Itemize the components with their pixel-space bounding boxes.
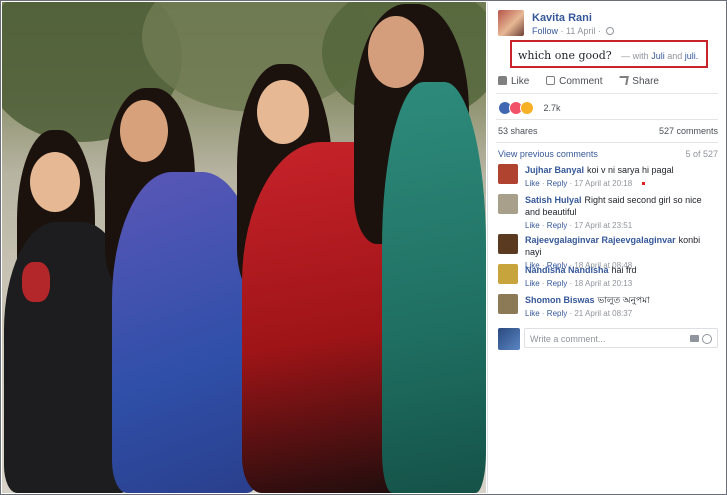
commenter-name[interactable]: Jujhar Banyal <box>525 165 584 175</box>
commenter-name[interactable]: Satish Hulyal <box>525 195 582 205</box>
comments-pager: 5 of 527 <box>685 149 718 159</box>
view-previous-comments-link[interactable]: View previous comments <box>498 149 598 159</box>
comment-meta: Like · Reply · 18 April at 20:13 <box>525 279 633 288</box>
post-caption: which one good? <box>518 49 612 62</box>
comment-body: Nandisha Nandisha hai frd Like · Reply · 1… <box>525 264 715 290</box>
tag-juli-1[interactable]: Juli <box>651 51 665 61</box>
comment-reply-link[interactable]: Reply <box>547 279 567 288</box>
comment-like-link[interactable]: Like <box>525 179 540 188</box>
like-label: Like <box>511 76 530 87</box>
author-avatar[interactable] <box>498 10 524 36</box>
comment-meta: Like · Reply · 17 April at 23:51 <box>525 221 633 230</box>
thumbs-up-icon <box>498 76 507 85</box>
comment-like-link[interactable]: Like <box>525 279 540 288</box>
commenter-avatar[interactable] <box>498 264 518 284</box>
camera-icon[interactable] <box>690 335 699 342</box>
comment-reply-link[interactable]: Reply <box>547 179 567 188</box>
share-button[interactable]: Share <box>618 76 659 87</box>
comment-body: Satish Hulyal Right said second girl so n… <box>525 194 715 232</box>
comment-date[interactable]: 18 April at 20:13 <box>574 279 632 288</box>
globe-icon <box>606 27 615 35</box>
comment-input[interactable]: Write a comment... <box>524 328 718 348</box>
post-caption-highlight: which one good? — with Juli and juli. <box>510 40 708 68</box>
divider <box>496 119 718 120</box>
follow-link[interactable]: Follow <box>532 26 558 36</box>
comment-reply-link[interactable]: Reply <box>547 221 567 230</box>
post-photo[interactable] <box>2 2 486 493</box>
commenter-avatar[interactable] <box>498 234 518 254</box>
unread-dot-icon <box>642 182 646 186</box>
with-prefix: — with <box>621 51 649 61</box>
tagged-with: — with Juli and juli. <box>621 51 698 61</box>
comment-date[interactable]: 21 April at 08:37 <box>574 309 632 318</box>
post-meta: Follow · 11 April · <box>532 26 615 36</box>
comment-placeholder: Write a comment... <box>530 334 606 344</box>
reactions-summary[interactable]: 2.7k <box>498 99 561 115</box>
share-label: Share <box>632 76 659 87</box>
viewer-avatar <box>498 328 520 350</box>
comment-body: Jujhar Banyal koi v ni sarya hi pagal Like… <box>525 164 715 190</box>
and-word: and <box>667 51 683 61</box>
commenter-avatar[interactable] <box>498 294 518 314</box>
post-actions: Like Comment Share <box>498 76 673 87</box>
divider <box>496 142 718 143</box>
comment-like-link[interactable]: Like <box>525 309 540 318</box>
person-face <box>120 100 168 162</box>
dress-print <box>22 262 50 302</box>
commenter-name[interactable]: Rajeevgalaginvar Rajeevgalaginvar <box>525 235 676 245</box>
comment-date[interactable]: 17 April at 23:51 <box>574 221 632 230</box>
shares-count[interactable]: 53 shares <box>498 126 538 136</box>
comments-header: View previous comments 5 of 527 <box>498 149 718 159</box>
comments-count[interactable]: 527 comments <box>659 126 718 136</box>
comment-text: hai frd <box>611 265 637 275</box>
commenter-avatar[interactable] <box>498 194 518 214</box>
divider <box>496 93 718 94</box>
comment-icon <box>546 76 556 85</box>
comment-meta: Like · Reply · 17 April at 20:18 <box>525 178 715 190</box>
comment-meta: Like · Reply · 21 April at 08:37 <box>525 309 633 318</box>
person-green-saree <box>382 82 486 493</box>
commenter-name[interactable]: Nandisha Nandisha <box>525 265 609 275</box>
commenter-avatar[interactable] <box>498 164 518 184</box>
comment-text: ভালুত অনুপমা <box>597 295 650 305</box>
person-face <box>368 16 424 88</box>
comment-reply-link[interactable]: Reply <box>547 309 567 318</box>
comment-label: Comment <box>559 76 603 87</box>
post-side-panel: Kavita Rani Follow · 11 April · which on… <box>487 2 726 493</box>
commenter-name[interactable]: Shomon Biswas <box>525 295 595 305</box>
post-viewer: Kavita Rani Follow · 11 April · which on… <box>0 0 727 495</box>
person-face <box>257 80 309 144</box>
tag-juli-2[interactable]: juli. <box>685 51 699 61</box>
emoji-icon[interactable] <box>702 334 712 344</box>
share-icon <box>618 76 630 85</box>
reaction-count: 2.7k <box>543 102 561 113</box>
like-button[interactable]: Like <box>498 76 529 87</box>
comment-like-link[interactable]: Like <box>525 221 540 230</box>
person-face <box>30 152 80 212</box>
post-date[interactable]: · 11 April · <box>561 26 601 36</box>
comment-button[interactable]: Comment <box>546 76 603 87</box>
author-name[interactable]: Kavita Rani <box>532 12 592 24</box>
write-comment-row: Write a comment... <box>498 328 720 350</box>
wow-reaction-icon <box>520 100 534 115</box>
comment-date[interactable]: 17 April at 20:18 <box>574 179 632 188</box>
comment-body: Shomon Biswas ভালুত অনুপমা Like · Reply · … <box>525 294 715 320</box>
post-stats: 53 shares 527 comments <box>498 126 718 136</box>
comment-text: koi v ni sarya hi pagal <box>587 165 674 175</box>
